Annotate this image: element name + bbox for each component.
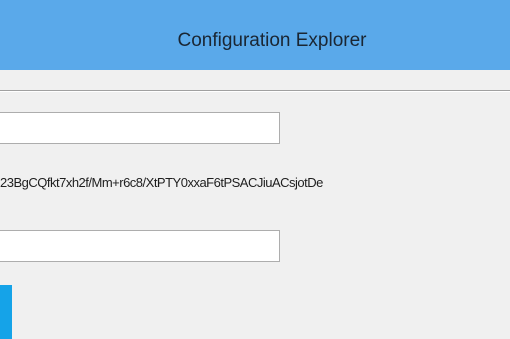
accent-button-edge[interactable] bbox=[0, 285, 12, 339]
window-title: Configuration Explorer bbox=[177, 30, 367, 51]
config-explorer-window: Configuration Explorer 23BgCQfkt7xh2f/Mm… bbox=[0, 0, 510, 339]
text-field-1[interactable] bbox=[0, 112, 280, 144]
title-bar: Configuration Explorer bbox=[0, 0, 510, 70]
separator-line bbox=[0, 90, 510, 92]
key-value-text: 23BgCQfkt7xh2f/Mm+r6c8/XtPTY0xxaF6tPSACJ… bbox=[0, 175, 323, 190]
content-area: 23BgCQfkt7xh2f/Mm+r6c8/XtPTY0xxaF6tPSACJ… bbox=[0, 70, 510, 339]
text-field-2[interactable] bbox=[0, 230, 280, 262]
